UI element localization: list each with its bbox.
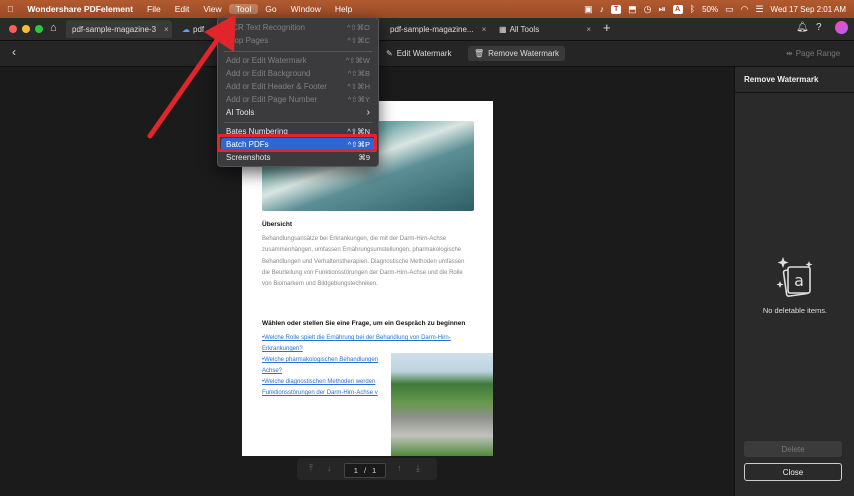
page-range-button[interactable]: ⇹ Page Range	[780, 46, 846, 61]
panel-divider	[735, 92, 854, 93]
range-icon: ⇹	[786, 49, 793, 58]
grid-icon: ▦	[499, 24, 507, 34]
edit-watermark-button[interactable]: ✎ Edit Watermark	[380, 46, 458, 61]
home-icon[interactable]: ⌂	[50, 22, 57, 34]
page-separator: /	[363, 466, 367, 475]
remove-watermark-button[interactable]: 🗑︎ Remove Watermark	[468, 46, 565, 61]
page-number-field[interactable]: 1 / 1	[344, 463, 386, 478]
window-zoom-button[interactable]	[35, 25, 43, 33]
menu-item-shortcut: ⌘9	[358, 153, 370, 162]
section-heading: Übersicht	[262, 221, 292, 228]
empty-state-text: No deletable items.	[762, 306, 828, 315]
page-navigator: ⤒ ↓ 1 / 1 ↑ ⤓	[297, 458, 437, 480]
battery-percent: 50%	[702, 4, 719, 14]
question-link[interactable]: Funktionsstörungen der Darm-Hirn-Achse v	[262, 390, 378, 396]
remove-watermark-panel: Remove Watermark a No deletable items. D…	[734, 67, 854, 496]
menu-item-shortcut: ^⇧⌘B	[347, 69, 370, 78]
menu-item-shortcut: ^⇧⌘W	[345, 56, 370, 65]
submenu-chevron-icon: ›	[366, 107, 370, 118]
question-link[interactable]: •Welche pharmakologischen Behandlungen	[262, 357, 378, 363]
park-photo	[391, 353, 493, 456]
first-page-icon[interactable]: ⤒	[309, 463, 313, 474]
watermark-toolbar: ‹ ✎ Edit Watermark 🗑︎ Remove Watermark ⇹…	[0, 41, 854, 67]
menu-item-label: Screenshots	[226, 153, 271, 162]
bluetooth-icon[interactable]: ᛒ	[690, 4, 695, 14]
control-center-icon[interactable]: ☰	[755, 4, 763, 15]
help-icon[interactable]: ?	[816, 22, 822, 33]
input-source-icon[interactable]: A	[672, 4, 683, 14]
window-close-button[interactable]	[9, 25, 17, 33]
shield-status-icon[interactable]: ⬒	[628, 4, 637, 15]
question-link[interactable]: •Welche Rolle spielt die Ernährung bei d…	[262, 335, 451, 341]
battery-icon[interactable]: ▭	[725, 4, 734, 15]
annotation-arrow-icon	[147, 14, 236, 139]
notification-bell-icon[interactable]: 🔔︎	[796, 22, 809, 33]
avatar[interactable]	[835, 21, 848, 34]
body-paragraph: Behandlungsansätze bei Erkrankungen, die…	[262, 236, 465, 288]
question-heading: Wählen oder stellen Sie eine Frage, um e…	[262, 320, 466, 327]
media-status-icon[interactable]: ⏯	[658, 4, 665, 15]
trash-icon: 🗑︎	[474, 49, 485, 58]
menu-go[interactable]: Go	[258, 4, 283, 14]
menu-item-shortcut: ^⇧⌘C	[347, 36, 370, 45]
remove-watermark-label: Remove Watermark	[488, 49, 559, 58]
last-page-icon[interactable]: ⤓	[416, 463, 420, 474]
tab-label: All Tools	[509, 24, 540, 34]
empty-document-icon: a	[776, 257, 813, 297]
menu-help[interactable]: Help	[328, 4, 359, 14]
next-page-icon[interactable]: ↑	[397, 463, 402, 473]
mac-menu-bar:  Wondershare PDFelement File Edit View …	[0, 0, 854, 18]
menu-item-shortcut: ^⇧⌘O	[346, 23, 370, 32]
question-link[interactable]: Erkrankungen?	[262, 346, 303, 352]
menu-item-screenshots[interactable]: Screenshots ⌘9	[221, 151, 375, 164]
back-arrow-icon[interactable]: ‹	[12, 45, 16, 59]
tab-all-tools[interactable]: ▦ All Tools ×	[493, 20, 597, 38]
menu-item-shortcut: ^⇧⌘Y	[347, 95, 370, 104]
panel-title: Remove Watermark	[744, 75, 819, 84]
edit-watermark-label: Edit Watermark	[396, 49, 452, 58]
close-button[interactable]: Close	[744, 463, 842, 481]
tab-pdf-sample-magazine[interactable]: pdf-sample-magazine... ×	[384, 20, 492, 38]
pdfelement-status-icon[interactable]: ▣	[584, 4, 593, 15]
clock[interactable]: Wed 17 Sep 2:01 AM	[771, 5, 846, 14]
tab-label: pdf-sample-magazine...	[390, 24, 474, 34]
window-minimize-button[interactable]	[22, 25, 30, 33]
close-tab-icon[interactable]: ×	[586, 25, 591, 34]
close-tab-icon[interactable]: ×	[482, 25, 487, 34]
total-pages: 1	[372, 466, 377, 475]
app-name-menu[interactable]: Wondershare PDFelement	[20, 4, 140, 14]
current-page: 1	[353, 466, 358, 475]
siri-status-icon[interactable]: ♪	[600, 4, 605, 14]
new-tab-icon[interactable]: +	[603, 20, 611, 35]
question-link[interactable]: •Welche diagnostischen Methoden werden	[262, 379, 375, 385]
svg-text:a: a	[794, 271, 804, 290]
menu-window[interactable]: Window	[284, 4, 328, 14]
tab-bar: ⌂ pdf-sample-magazine-3 × ☁ pdf pdf-samp…	[0, 18, 854, 41]
apple-icon[interactable]: 	[0, 4, 20, 14]
question-link[interactable]: Achse?	[262, 368, 282, 374]
pencil-icon: ✎	[386, 49, 393, 58]
clock-status-icon[interactable]: ◷	[644, 4, 652, 15]
menu-item-shortcut: ^⇧⌘H	[347, 82, 370, 91]
wifi-icon[interactable]: ◠	[741, 4, 749, 15]
page-range-label: Page Range	[795, 49, 841, 58]
text-status-icon[interactable]: T	[611, 4, 622, 14]
delete-button[interactable]: Delete	[744, 441, 842, 457]
previous-page-icon[interactable]: ↓	[327, 463, 332, 473]
